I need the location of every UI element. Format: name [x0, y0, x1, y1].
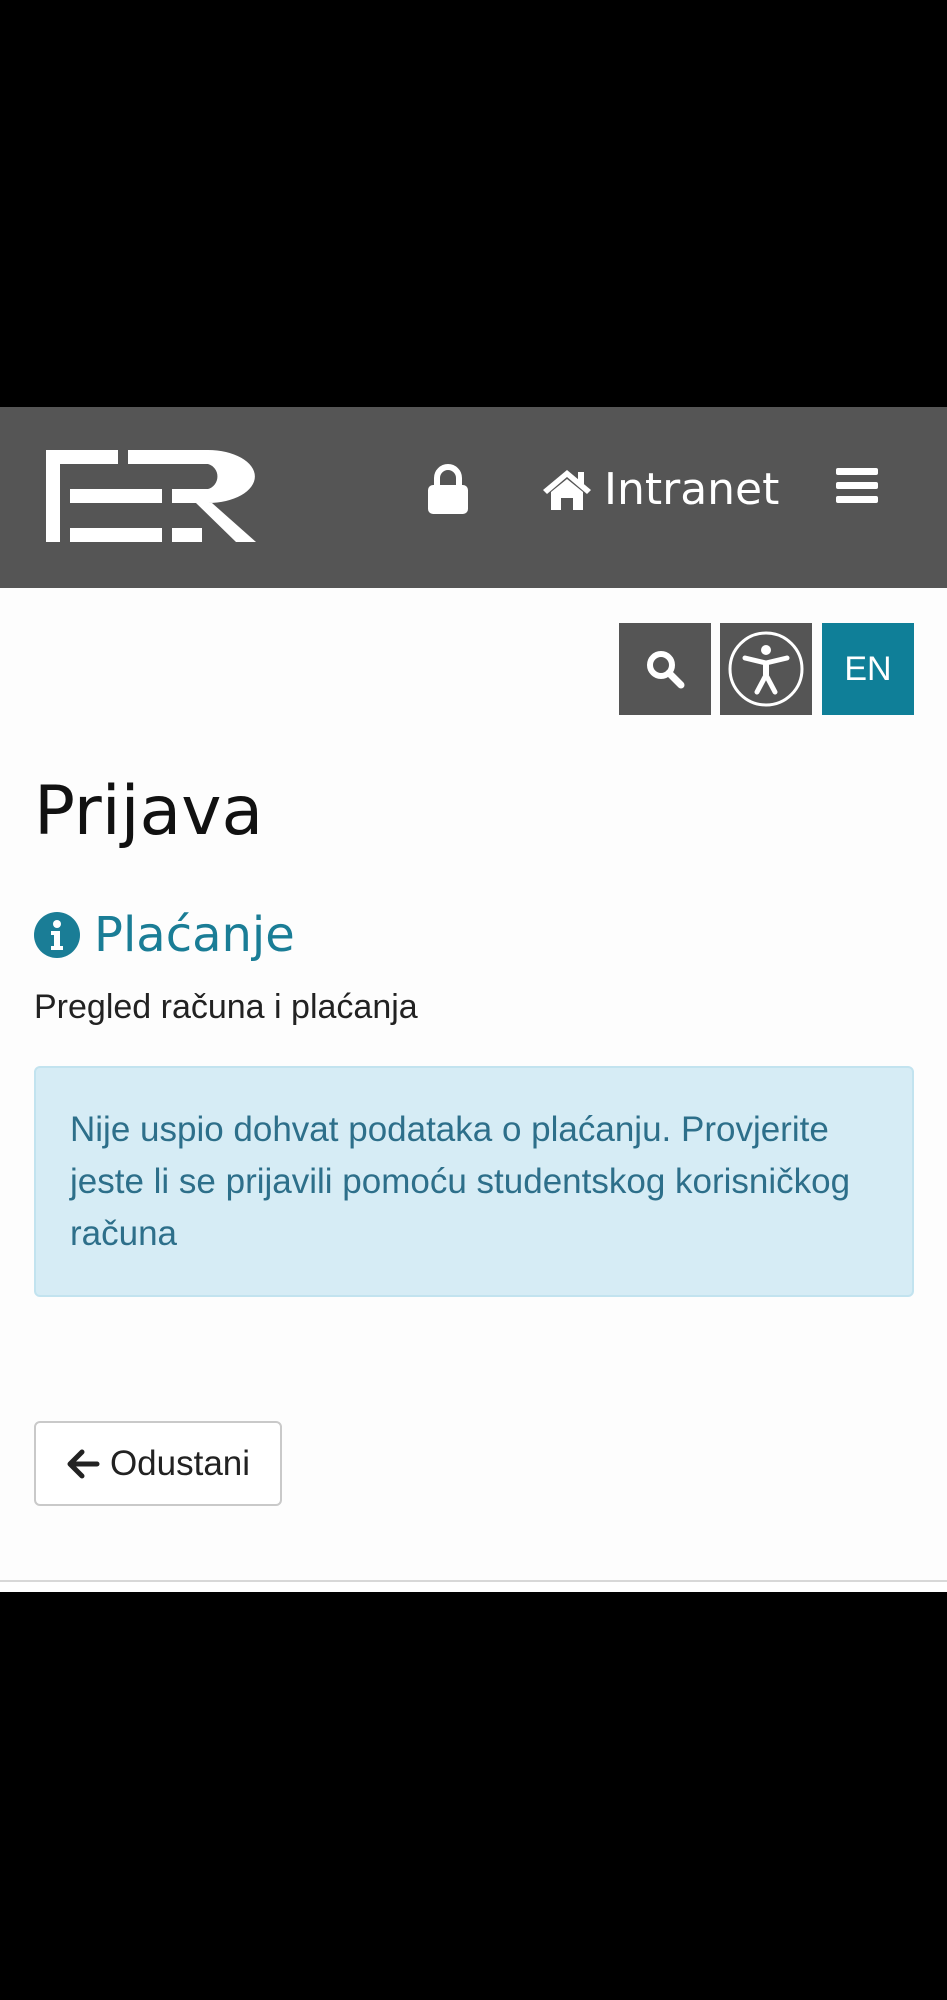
cancel-button[interactable]: Odustani [34, 1421, 282, 1506]
footer-divider [0, 1580, 947, 1592]
section-subtitle: Pregled računa i plaćanja [34, 988, 418, 1026]
payment-error-alert: Nije uspio dohvat podataka o plaćanju. P… [34, 1066, 914, 1297]
intranet-label: Intranet [604, 463, 780, 515]
home-icon [543, 470, 591, 510]
accessibility-button[interactable] [720, 623, 812, 715]
search-button[interactable] [619, 623, 711, 715]
bottom-letterbox [0, 1592, 947, 2000]
info-icon [34, 912, 80, 958]
cancel-label: Odustani [109, 1443, 251, 1483]
lock-icon[interactable] [426, 462, 470, 514]
top-letterbox [0, 0, 947, 407]
section-title: Plaćanje [94, 907, 295, 963]
search-icon [647, 651, 685, 689]
hamburger-menu-icon[interactable] [836, 466, 878, 506]
language-button[interactable]: EN [822, 623, 914, 715]
intranet-link[interactable]: Intranet [540, 455, 779, 523]
page-title: Prijava [34, 772, 264, 851]
accessibility-icon [728, 631, 804, 707]
arrow-left-icon [67, 1449, 100, 1478]
section-heading: Plaćanje [34, 905, 295, 965]
fer-logo[interactable] [46, 450, 260, 542]
